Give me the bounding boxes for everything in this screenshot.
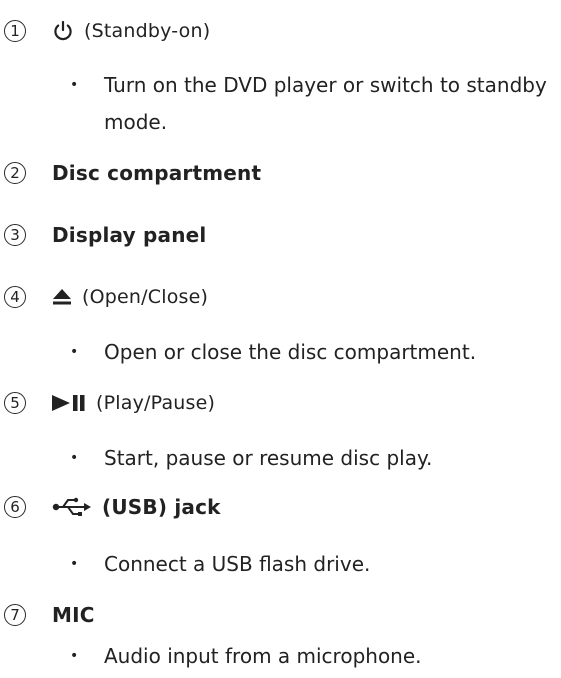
bullet-icon: • — [70, 648, 79, 664]
item-number-badge: 2 — [4, 162, 26, 184]
item-label: Display panel — [52, 223, 207, 247]
item-label: (Standby-on) — [84, 20, 211, 42]
item-label: MIC — [52, 603, 95, 627]
bullet-text: Turn on the DVD player or switch to stan… — [104, 73, 547, 134]
item-label: (Open/Close) — [82, 286, 209, 308]
bullet-point: • Turn on the DVD player or switch to st… — [70, 67, 550, 141]
item-number-badge: 1 — [4, 20, 26, 42]
item-number-badge: 5 — [4, 392, 26, 414]
play-pause-icon — [52, 394, 86, 412]
bullet-point: • Audio input from a microphone. — [70, 638, 550, 675]
bullet-text: Connect a USB flash drive. — [104, 552, 371, 576]
bullet-text: Start, pause or resume disc play. — [104, 446, 433, 470]
item-label: (Play/Pause) — [96, 392, 216, 414]
item-number-badge: 3 — [4, 224, 26, 246]
bullet-text: Audio input from a microphone. — [104, 644, 422, 668]
bullet-point: • Start, pause or resume disc play. — [70, 440, 550, 477]
usb-icon — [52, 497, 92, 517]
bullet-icon: • — [70, 556, 79, 572]
bullet-icon: • — [70, 77, 79, 93]
eject-icon — [52, 287, 72, 307]
item-number-badge: 7 — [4, 604, 26, 626]
bullet-text: Open or close the disc compartment. — [104, 340, 477, 364]
item-label: Disc compartment — [52, 161, 262, 185]
bullet-point: • Connect a USB flash drive. — [70, 546, 550, 583]
manual-page: 1 (Standby-on) • Turn on the DVD player … — [0, 0, 561, 678]
item-label: (USB) jack — [102, 495, 221, 519]
bullet-icon: • — [70, 344, 79, 360]
bullet-point: • Open or close the disc compartment. — [70, 334, 550, 371]
item-number-badge: 6 — [4, 496, 26, 518]
bullet-icon: • — [70, 450, 79, 466]
item-number-badge: 4 — [4, 286, 26, 308]
standby-power-icon — [52, 20, 74, 42]
